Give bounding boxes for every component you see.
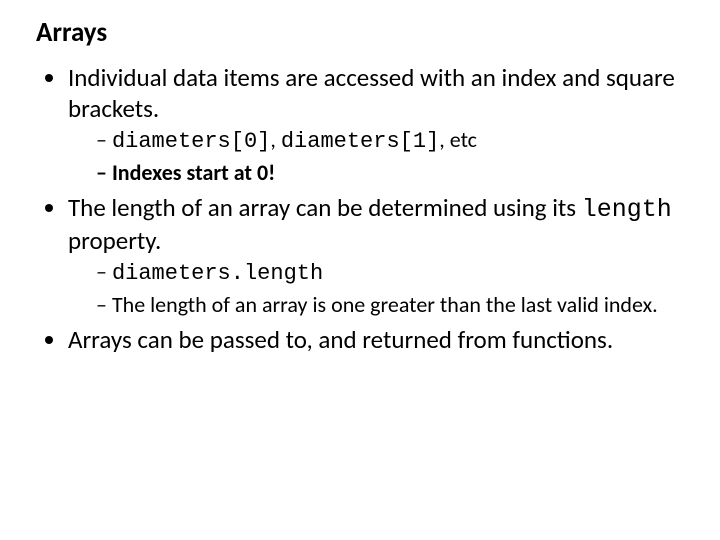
bullet-2: The length of an array can be determined… xyxy=(68,193,692,319)
indexes-start-text: Indexes start at 0! xyxy=(112,159,275,186)
bullet-2-lead: The length of an array can be determined… xyxy=(68,192,582,223)
sep-1: , xyxy=(270,126,280,153)
bullet-2-sub-2: The length of an array is one greater th… xyxy=(96,291,692,320)
bullet-1-text: Individual data items are accessed with … xyxy=(68,62,675,124)
slide-title: Arrays xyxy=(36,16,692,49)
code-diameters-length: diameters.length xyxy=(112,261,323,286)
code-length: length xyxy=(582,195,672,224)
bullet-3: Arrays can be passed to, and returned fr… xyxy=(68,325,692,356)
bullet-2-sublist: diameters.length The length of an array … xyxy=(68,258,692,319)
bullet-list: Individual data items are accessed with … xyxy=(36,63,692,356)
bullet-3-text: Arrays can be passed to, and returned fr… xyxy=(68,324,613,355)
code-diameters-1: diameters[1] xyxy=(281,129,439,154)
bullet-1-sublist: diameters[0], diameters[1], etc Indexes … xyxy=(68,126,692,187)
tail-etc: , etc xyxy=(439,126,477,153)
bullet-1-sub-2: Indexes start at 0! xyxy=(96,159,692,188)
bullet-1-sub-1: diameters[0], diameters[1], etc xyxy=(96,126,692,157)
code-diameters-0: diameters[0] xyxy=(112,129,270,154)
length-explain-text: The length of an array is one greater th… xyxy=(112,291,658,318)
bullet-1: Individual data items are accessed with … xyxy=(68,63,692,187)
bullet-2-sub-1: diameters.length xyxy=(96,258,692,289)
slide: Arrays Individual data items are accesse… xyxy=(0,0,720,540)
bullet-2-tail: property. xyxy=(68,225,161,256)
